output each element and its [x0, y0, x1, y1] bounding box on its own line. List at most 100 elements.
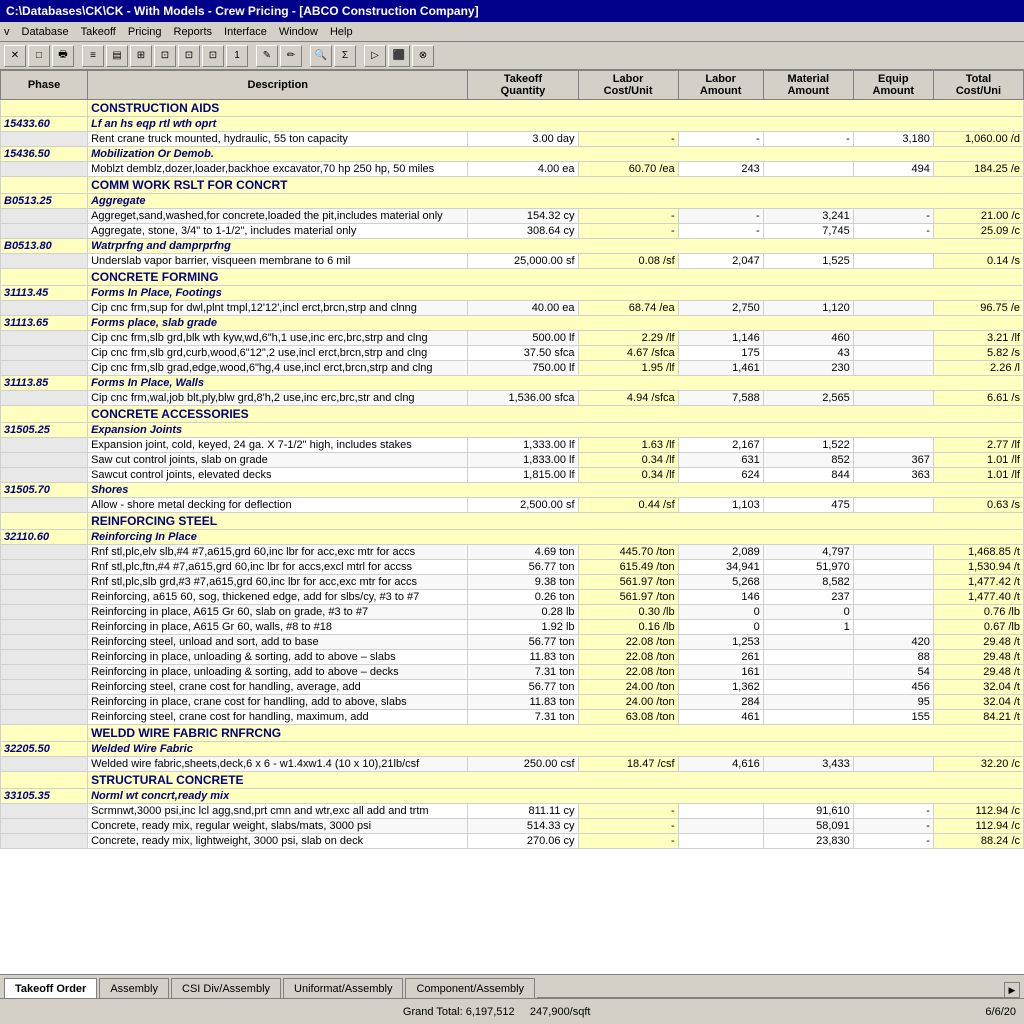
cell-desc: Rnf stl,plc,elv slb,#4 #7,a615,grd 60,in…: [88, 545, 468, 560]
cell-labor-amt: 284: [678, 695, 763, 710]
tab-csi[interactable]: CSI Div/Assembly: [171, 978, 281, 998]
cell-phase: [1, 819, 88, 834]
section-header-row: CONCRETE FORMING: [1, 269, 1024, 286]
cell-labor-cost: 615.49 /ton: [578, 560, 678, 575]
tab-uniformat[interactable]: Uniformat/Assembly: [283, 978, 403, 998]
cell-phase: [1, 162, 88, 177]
table-row: Aggreget,sand,washed,for concrete,loaded…: [1, 209, 1024, 224]
cell-desc: Cip cnc frm,wal,job blt,ply,blw grd,8'h,…: [88, 391, 468, 406]
table-row: Underslab vapor barrier, visqueen membra…: [1, 254, 1024, 269]
menu-item-help[interactable]: Help: [330, 26, 353, 38]
cell-phase: [1, 331, 88, 346]
cell-equip: 95: [853, 695, 933, 710]
cell-labor-cost: 445.70 /ton: [578, 545, 678, 560]
cell-material: 1,525: [763, 254, 853, 269]
table-row: Cip cnc frm,slb grd,curb,wood,6"12",2 us…: [1, 346, 1024, 361]
toolbar-btn-9[interactable]: 1: [226, 45, 248, 67]
cell-total: 112.94 /c: [933, 804, 1023, 819]
toolbar-btn-1[interactable]: ✕: [4, 45, 26, 67]
toolbar-btn-search[interactable]: 🔍: [310, 45, 332, 67]
menu-item-database[interactable]: Database: [22, 26, 69, 38]
cell-phase: [1, 254, 88, 269]
cell-desc: Reinforcing, a615 60, sog, thickened edg…: [88, 590, 468, 605]
toolbar-btn-11[interactable]: ✏: [280, 45, 302, 67]
cell-equip: [853, 301, 933, 316]
section-phase: [1, 269, 88, 286]
toolbar-btn-13[interactable]: ⬛: [388, 45, 410, 67]
tab-component[interactable]: Component/Assembly: [405, 978, 535, 998]
cell-labor-cost: 18.47 /csf: [578, 757, 678, 772]
cell-material: 2,565: [763, 391, 853, 406]
category-desc: Forms place, slab grade: [88, 316, 1024, 331]
toolbar-btn-sigma[interactable]: Σ: [334, 45, 356, 67]
toolbar-btn-14[interactable]: ⊗: [412, 45, 434, 67]
category-desc: Shores: [88, 483, 1024, 498]
header-labor-amount: LaborAmount: [678, 71, 763, 100]
tab-takeoff-order[interactable]: Takeoff Order: [4, 978, 97, 998]
toolbar-btn-print[interactable]: 🖶: [52, 45, 74, 67]
cell-labor-amt: 461: [678, 710, 763, 725]
menu-item-interface[interactable]: Interface: [224, 26, 267, 38]
category-desc: Watrprfng and damprprfng: [88, 239, 1024, 254]
category-row: 15436.50 Mobilization Or Demob.: [1, 147, 1024, 162]
cell-total: 25.09 /c: [933, 224, 1023, 239]
cell-takeoff: 1,333.00 lf: [468, 438, 578, 453]
toolbar-btn-2[interactable]: □: [28, 45, 50, 67]
tab-scroll-right[interactable]: ▶: [1004, 982, 1020, 998]
cell-phase: [1, 665, 88, 680]
table-container[interactable]: Phase Description TakeoffQuantity LaborC…: [0, 70, 1024, 974]
cell-labor-cost: 561.97 /ton: [578, 590, 678, 605]
toolbar-btn-8[interactable]: ⊡: [202, 45, 224, 67]
cell-phase: [1, 834, 88, 849]
cell-phase: [1, 453, 88, 468]
category-row: 31505.25 Expansion Joints: [1, 423, 1024, 438]
tab-assembly[interactable]: Assembly: [99, 978, 169, 998]
toolbar-btn-12[interactable]: ▷: [364, 45, 386, 67]
cell-labor-cost: 0.16 /lb: [578, 620, 678, 635]
cell-takeoff: 1.92 lb: [468, 620, 578, 635]
cell-labor-amt: 0: [678, 605, 763, 620]
toolbar-btn-10[interactable]: ✎: [256, 45, 278, 67]
cell-labor-amt: -: [678, 209, 763, 224]
section-title: CONCRETE FORMING: [88, 269, 1024, 286]
cell-labor-amt: 2,750: [678, 301, 763, 316]
cell-desc: Rnf stl,plc,slb grd,#3 #7,a615,grd 60,in…: [88, 575, 468, 590]
category-desc: Aggregate: [88, 194, 1024, 209]
cell-phase: [1, 224, 88, 239]
cell-total: 2.26 /l: [933, 361, 1023, 376]
cell-material: [763, 650, 853, 665]
menu-item-takeoff[interactable]: Takeoff: [81, 26, 116, 38]
category-row: 31113.45 Forms In Place, Footings: [1, 286, 1024, 301]
cell-takeoff: 40.00 ea: [468, 301, 578, 316]
cell-phase: [1, 132, 88, 147]
category-phase: 15436.50: [1, 147, 88, 162]
toolbar-btn-7[interactable]: ⊡: [178, 45, 200, 67]
grand-total-value: Grand Total: 6,197,512 247,900/sqft: [403, 1006, 591, 1018]
menu-item-pricing[interactable]: Pricing: [128, 26, 162, 38]
menu-item-window[interactable]: Window: [279, 26, 318, 38]
cell-labor-cost: 4.67 /sfca: [578, 346, 678, 361]
header-material: MaterialAmount: [763, 71, 853, 100]
toolbar-btn-6[interactable]: ⊡: [154, 45, 176, 67]
menu-item-reports[interactable]: Reports: [174, 26, 213, 38]
cell-labor-amt: 631: [678, 453, 763, 468]
cell-phase: [1, 620, 88, 635]
cell-takeoff: 25,000.00 sf: [468, 254, 578, 269]
toolbar-btn-5[interactable]: ⊞: [130, 45, 152, 67]
cell-equip: 3,180: [853, 132, 933, 147]
category-phase: 31113.45: [1, 286, 88, 301]
section-phase: [1, 772, 88, 789]
cell-total: 1,468.85 /t: [933, 545, 1023, 560]
cell-desc: Reinforcing in place, unloading & sortin…: [88, 665, 468, 680]
menu-item-v[interactable]: v: [4, 26, 10, 38]
category-desc: Welded Wire Fabric: [88, 742, 1024, 757]
cell-material: [763, 695, 853, 710]
cell-takeoff: 1,833.00 lf: [468, 453, 578, 468]
table-row: Expansion joint, cold, keyed, 24 ga. X 7…: [1, 438, 1024, 453]
cell-desc: Reinforcing steel, crane cost for handli…: [88, 710, 468, 725]
category-desc: Mobilization Or Demob.: [88, 147, 1024, 162]
toolbar-btn-4[interactable]: ▤: [106, 45, 128, 67]
toolbar-btn-3[interactable]: ≡: [82, 45, 104, 67]
main-table: Phase Description TakeoffQuantity LaborC…: [0, 70, 1024, 849]
cell-labor-cost: -: [578, 819, 678, 834]
